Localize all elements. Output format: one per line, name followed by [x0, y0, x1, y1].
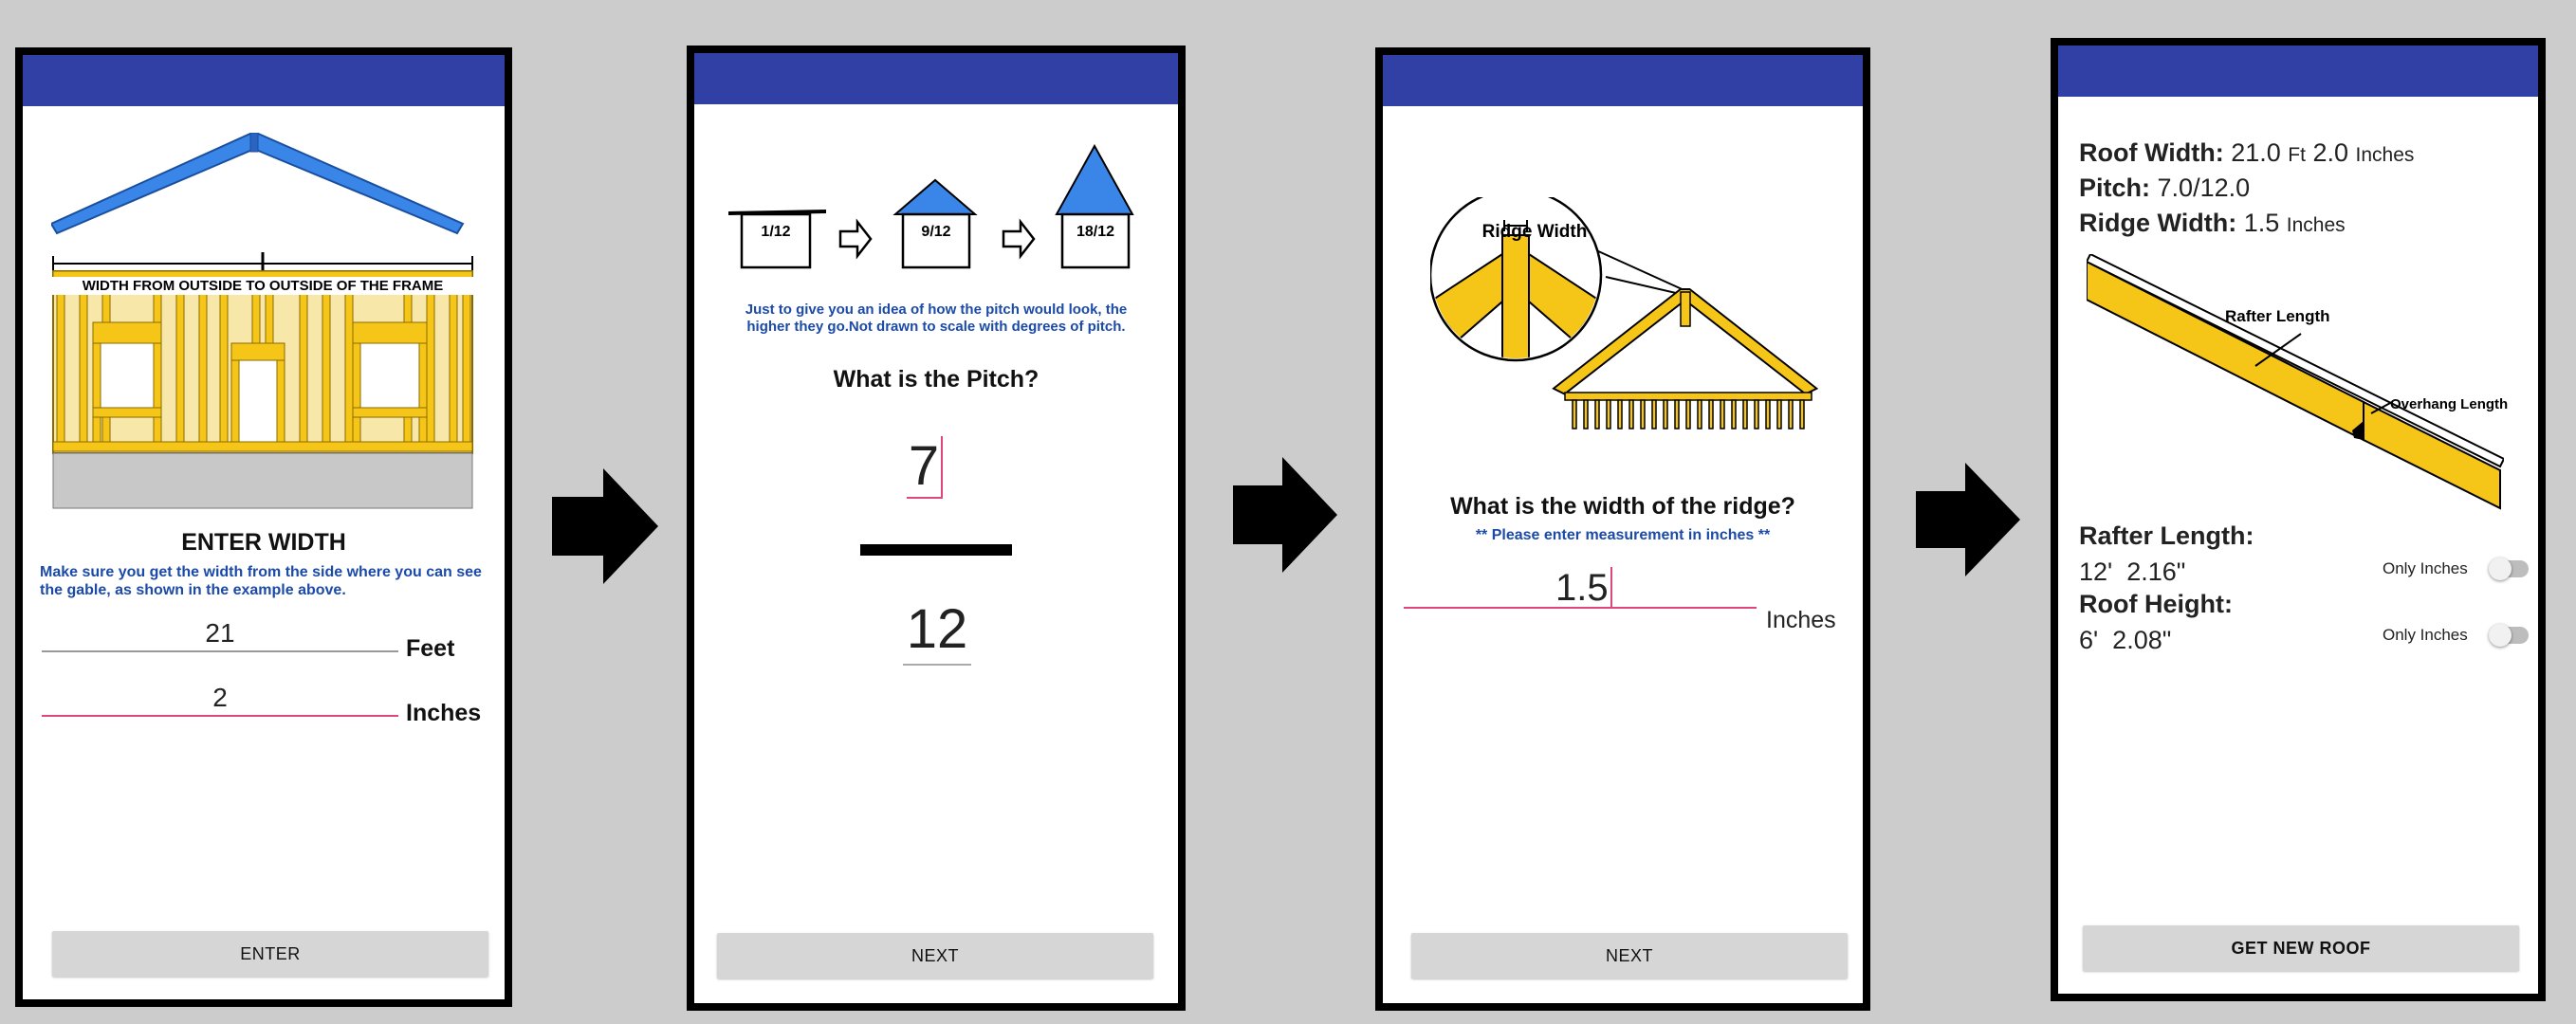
ridge-width-input[interactable]: 1.5: [1404, 567, 1757, 609]
phone-enter-width: WIDTH FROM OUTSIDE TO OUTSIDE OF THE FRA…: [15, 47, 512, 1007]
feet-unit-label: Feet: [406, 635, 455, 662]
rafter-length-diagram-label: Rafter Length: [2225, 307, 2330, 325]
diagram-width-label: WIDTH FROM OUTSIDE TO OUTSIDE OF THE FRA…: [51, 277, 474, 295]
app-bar: [23, 55, 505, 106]
next-button-label: NEXT: [911, 945, 959, 965]
flow-arrow-2: [1233, 457, 1337, 573]
next-button[interactable]: NEXT: [1411, 933, 1848, 978]
roof-width-row: Roof Width: 21.0 Ft 2.0 Inches: [2079, 138, 2414, 168]
pitch-label: Pitch:: [2079, 174, 2151, 202]
ft-unit: Ft: [2288, 144, 2306, 166]
roof-width-ft-value: 21.0: [2231, 138, 2281, 167]
screen-pitch: 1/12 9/12 18/12 Just to give you an idea…: [694, 53, 1178, 1003]
inches-unit-label: Inches: [406, 700, 482, 726]
ridge-width-value: 1.5: [1555, 567, 1612, 609]
overhang-length-diagram-label: Overhang Length: [2390, 396, 2509, 412]
screen-ridge: Ridge Width What is the width of the rid…: [1383, 55, 1863, 1003]
rafter-length-label: Rafter Length:: [2079, 521, 2254, 550]
rafter-diagram: [2087, 254, 2504, 510]
pitch-note: Just to give you an idea of how the pitc…: [745, 302, 1128, 335]
rafter-only-inches-toggle[interactable]: [2489, 558, 2529, 580]
get-new-roof-button-label: GET NEW ROOF: [2231, 938, 2371, 958]
pitch-example-3: 18/12: [1076, 224, 1115, 240]
pitch-example-2: 9/12: [921, 224, 951, 240]
roof-width-label: Roof Width:: [2079, 138, 2224, 167]
pitch-roof-9-12: [892, 178, 978, 215]
flow-arrow-1: [552, 468, 658, 584]
phone-results: Roof Width: 21.0 Ft 2.0 Inches Pitch: 7.…: [2051, 38, 2546, 1001]
only-inches-label-rafter: Only Inches: [2383, 559, 2468, 577]
app-bar: [694, 53, 1178, 104]
get-new-roof-button[interactable]: GET NEW ROOF: [2083, 925, 2519, 971]
app-bar: [1383, 55, 1863, 106]
small-arrow-icon: [838, 218, 873, 260]
ridge-question: What is the width of the ridge?: [1450, 493, 1795, 520]
rise-input[interactable]: 7: [907, 436, 943, 499]
pitch-roof-18-12: [1055, 144, 1134, 215]
rafter-body: [2087, 260, 2364, 442]
flow-arrow-3: [1916, 463, 2020, 576]
inches-input[interactable]: 2: [42, 683, 398, 717]
app-bar: [2058, 46, 2538, 97]
app-flow-stage: WIDTH FROM OUTSIDE TO OUTSIDE OF THE FRA…: [0, 0, 2576, 1024]
pitch-question: What is the Pitch?: [833, 366, 1040, 393]
enter-button-label: ENTER: [240, 943, 301, 963]
phone-pitch: 1/12 9/12 18/12 Just to give you an idea…: [687, 46, 1186, 1011]
rafter-length-value: 12' 2.16": [2079, 558, 2186, 586]
pitch-examples-diagram: [728, 144, 1134, 269]
ridge-unit: Inches: [2286, 214, 2346, 236]
roof-height-label: Roof Height:: [2079, 590, 2233, 618]
roof-width-in-value: 2.0: [2312, 138, 2349, 167]
next-button[interactable]: NEXT: [717, 933, 1153, 978]
gable-roof-right: [255, 133, 465, 235]
in-unit: Inches: [2355, 144, 2415, 166]
pitch-example-1: 1/12: [761, 224, 791, 240]
feet-input[interactable]: 21: [42, 618, 398, 652]
ridge-width-row: Ridge Width: 1.5 Inches: [2079, 209, 2346, 238]
screen-enter-width: WIDTH FROM OUTSIDE TO OUTSIDE OF THE FRA…: [23, 55, 505, 999]
pitch-value: 7.0/12.0: [2157, 174, 2251, 202]
ridge-width-value: 1.5: [2243, 209, 2280, 237]
phone-ridge: Ridge Width What is the width of the rid…: [1375, 47, 1870, 1011]
fraction-bar: [860, 544, 1012, 556]
ridge-note: ** Please enter measurement in inches **: [1475, 527, 1771, 543]
house-frame-diagram: [51, 133, 473, 509]
enter-button[interactable]: ENTER: [52, 931, 488, 977]
rafter-top-edge: [2087, 254, 2504, 468]
run-input[interactable]: 12: [903, 595, 971, 666]
page-title: ENTER WIDTH: [181, 529, 346, 556]
ridge-callout-label: Ridge Width: [1481, 222, 1588, 242]
only-inches-label-height: Only Inches: [2383, 626, 2468, 644]
ridge-unit-label: Inches: [1766, 607, 1836, 633]
gable-roof-left: [51, 133, 253, 235]
pitch-row: Pitch: 7.0/12.0: [2079, 174, 2250, 203]
ridge-board: [1680, 291, 1691, 327]
roof-height-value: 6' 2.08": [2079, 626, 2172, 654]
next-button-label: NEXT: [1605, 945, 1653, 965]
instructions-text: Make sure you get the width from the sid…: [40, 564, 482, 598]
height-only-inches-toggle[interactable]: [2489, 624, 2529, 647]
small-arrow-icon: [1002, 218, 1036, 260]
screen-results: Roof Width: 21.0 Ft 2.0 Inches Pitch: 7.…: [2058, 46, 2538, 994]
ridge-width-label: Ridge Width:: [2079, 209, 2237, 237]
